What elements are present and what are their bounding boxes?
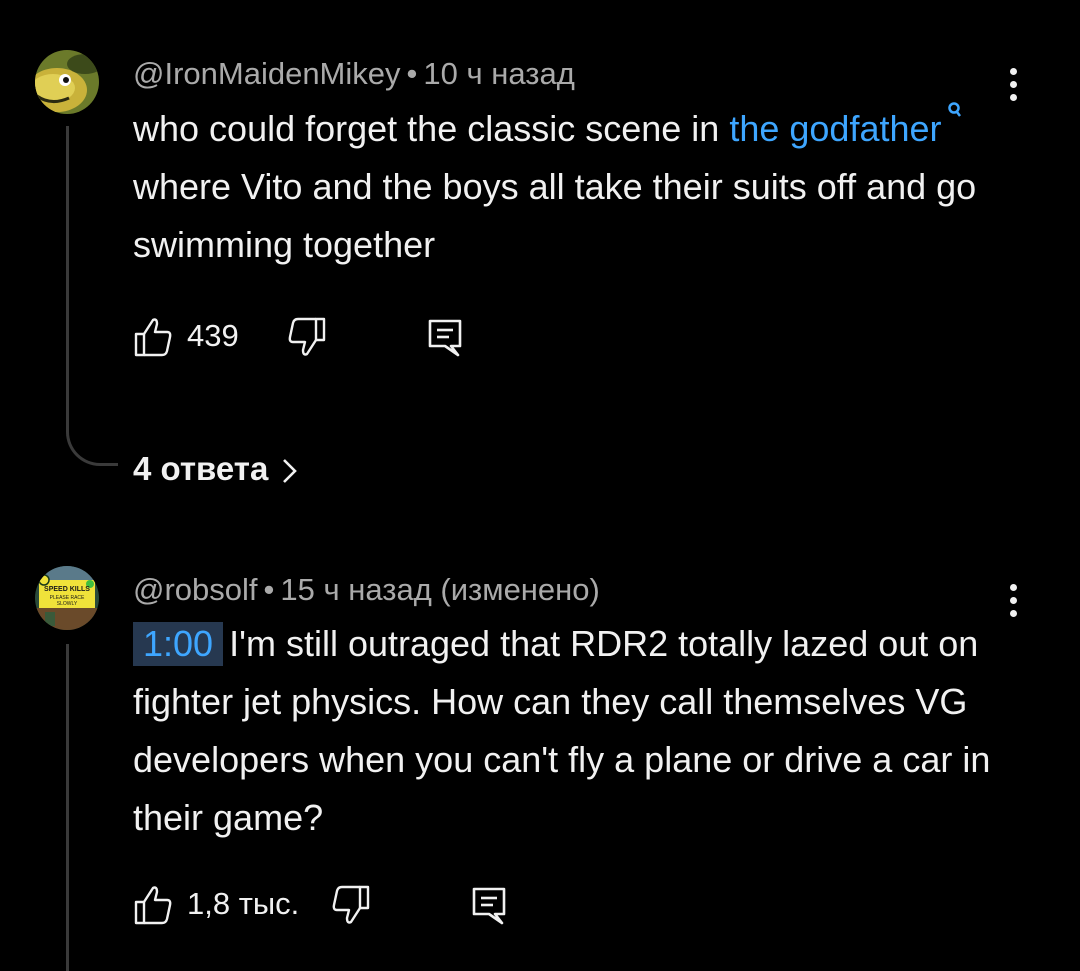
meta-separator: • <box>263 572 275 607</box>
thread-line <box>66 644 69 971</box>
comment-actions: 1,8 тыс. <box>133 884 533 928</box>
thumbs-down-icon[interactable] <box>331 884 371 926</box>
speed-kills-sign-avatar[interactable]: SPEED KILLS PLEASE RACE SLOWLY <box>35 566 99 630</box>
comment-meta: @robsolf • 15 ч назад (изменено) <box>133 572 600 608</box>
svg-text:SLOWLY: SLOWLY <box>57 601 78 607</box>
comment-body: I'm still outraged that RDR2 totally laz… <box>133 623 991 838</box>
comment-robsolf: SPEED KILLS PLEASE RACE SLOWLY @robsolf •… <box>0 0 1080 971</box>
like-count: 1,8 тыс. <box>187 886 300 921</box>
comment-author[interactable]: @robsolf <box>133 572 258 607</box>
reply-icon[interactable] <box>471 886 509 926</box>
svg-text:SPEED KILLS: SPEED KILLS <box>44 586 90 593</box>
video-timestamp-link[interactable]: 1:00 <box>133 622 224 666</box>
thumbs-up-icon[interactable] <box>133 884 173 926</box>
comment-text: 1:00 I'm still outraged that RDR2 totally… <box>133 615 1013 847</box>
more-dot <box>1010 597 1017 604</box>
comment-time: 15 ч назад (изменено) <box>280 572 600 607</box>
more-dot <box>1010 584 1017 591</box>
